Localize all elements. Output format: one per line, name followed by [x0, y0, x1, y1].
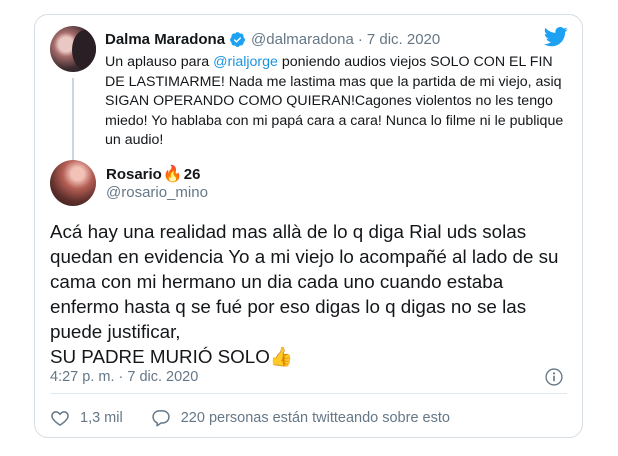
tweet-body: Acá hay una realidad mas allà de lo q di…: [50, 219, 575, 369]
author-name-number: 26: [183, 165, 201, 183]
author-name-text: Rosario: [106, 165, 162, 183]
thread-line: [72, 78, 74, 166]
quoted-date[interactable]: 7 dic. 2020: [367, 31, 440, 48]
quoted-tweet-text: Un aplauso para @rialjorge poniendo audi…: [105, 53, 575, 151]
fire-emoji: 🔥: [162, 166, 183, 183]
thumbs-up-emoji: 👍: [269, 346, 294, 367]
conversation-button[interactable]: 220 personas están twitteando sobre esto: [151, 408, 450, 428]
author-handle[interactable]: @rosario_mino: [106, 184, 208, 201]
comment-icon: [152, 410, 170, 427]
like-count: 1,3 mil: [80, 410, 123, 426]
verified-badge-icon: [230, 31, 245, 47]
tweet-body-text: Acá hay una realidad mas allà de lo q di…: [50, 221, 559, 342]
quoted-author-name[interactable]: Dalma Maradona: [105, 31, 225, 48]
tweet-card: Dalma Maradona @dalmaradona · 7 dic. 202…: [34, 14, 583, 438]
author-name[interactable]: Rosario 🔥 26: [106, 164, 200, 184]
quoted-text-start: Un aplauso para: [105, 54, 214, 70]
mention-link[interactable]: @rialjorge: [213, 54, 278, 70]
heart-icon: [51, 411, 69, 426]
tweet-body-last-text: SU PADRE MURIÓ SOLO: [50, 346, 270, 367]
avatar-dalma[interactable]: [50, 26, 96, 72]
info-icon[interactable]: [544, 367, 564, 387]
tweet-actions: 1,3 mil 220 personas están twitteando so…: [50, 408, 450, 428]
tweet-timestamp[interactable]: 4:27 p. m. · 7 dic. 2020: [50, 369, 198, 385]
quoted-header: Dalma Maradona @dalmaradona · 7 dic. 202…: [105, 29, 440, 49]
like-button[interactable]: 1,3 mil: [50, 408, 123, 428]
conversation-text: 220 personas están twitteando sobre esto: [180, 410, 450, 426]
separator-dot: ·: [357, 30, 363, 48]
avatar-rosario[interactable]: [50, 160, 96, 206]
twitter-bird-icon[interactable]: [544, 27, 568, 47]
quoted-author-handle[interactable]: @dalmaradona: [251, 31, 354, 48]
divider: [50, 393, 567, 394]
tweet-body-last-line: SU PADRE MURIÓ SOLO👍: [50, 344, 575, 369]
